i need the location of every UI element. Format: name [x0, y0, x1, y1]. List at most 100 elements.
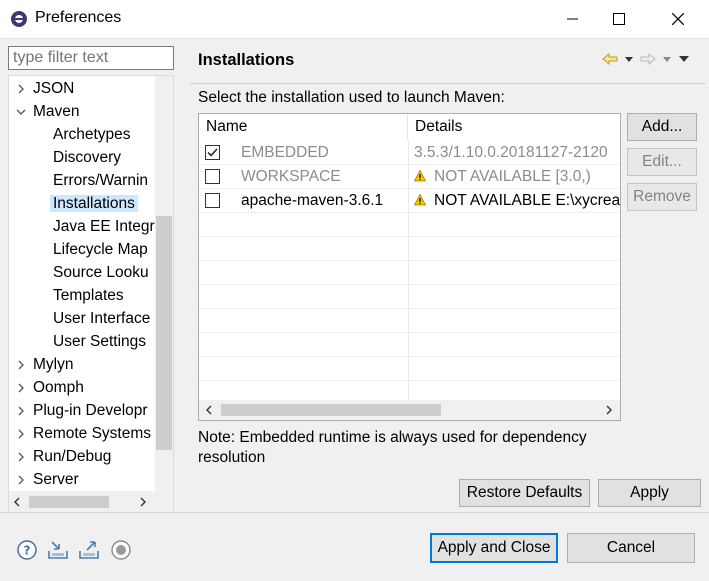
collapsed-chevron-icon[interactable]	[16, 452, 26, 462]
column-header-details[interactable]: Details	[408, 114, 620, 140]
tree-item-label: Java EE Integra	[53, 218, 164, 235]
table-gridline	[199, 308, 620, 309]
view-menu-button[interactable]	[674, 49, 694, 69]
apply-button[interactable]: Apply	[598, 479, 701, 507]
close-icon	[672, 13, 684, 25]
forward-dropdown-button[interactable]	[660, 49, 674, 69]
tree-item[interactable]: Installations	[50, 193, 138, 215]
footer-separator	[0, 512, 709, 513]
maximize-button[interactable]	[596, 0, 642, 38]
tree-item[interactable]: Oomph	[18, 377, 84, 399]
tree-vertical-scrollbar[interactable]	[155, 76, 173, 491]
installation-details-text: NOT AVAILABLE E:\xycrea	[434, 192, 620, 209]
table-horizontal-scroll-thumb[interactable]	[221, 404, 441, 416]
collapsed-chevron-icon[interactable]	[16, 429, 26, 439]
collapsed-chevron-icon[interactable]	[16, 84, 26, 94]
tree-item[interactable]: Mylyn	[18, 354, 73, 376]
collapsed-chevron-icon[interactable]	[16, 383, 26, 393]
tree-item[interactable]: Discovery	[53, 147, 121, 169]
help-icon[interactable]: ?	[16, 539, 38, 561]
page-title: Installations	[198, 51, 295, 69]
scroll-left-icon[interactable]	[205, 405, 213, 415]
installation-name: EMBEDDED	[241, 144, 329, 161]
minimize-button[interactable]	[550, 0, 596, 38]
installation-details: 3.5.3/1.10.0.20181127-2120	[414, 141, 620, 165]
preferences-tree: JSON Maven Archetypes Discovery Errors/Warni…	[8, 75, 174, 513]
tree-item[interactable]: Lifecycle Map	[53, 239, 148, 261]
back-button[interactable]	[598, 49, 622, 69]
table-gridline	[199, 164, 620, 165]
scroll-right-icon[interactable]	[139, 497, 147, 507]
tree-item[interactable]: Java EE Integra	[53, 216, 163, 238]
add-button[interactable]: Add...	[627, 113, 697, 141]
collapsed-chevron-icon[interactable]	[16, 475, 26, 485]
tree-item-label: Run/Debug	[33, 448, 112, 465]
chevron-down-icon	[625, 56, 633, 62]
window-title: Preferences	[35, 9, 122, 26]
import-icon[interactable]	[47, 539, 69, 561]
installations-table: Name Details EMBEDDED 3.5.3/1.10.0.201811…	[198, 113, 621, 421]
tree-item[interactable]: Run/Debug	[18, 446, 112, 468]
edit-button[interactable]: Edit...	[627, 148, 697, 176]
tree-item[interactable]: Archetypes	[53, 124, 131, 146]
tree-item-label: Lifecycle Map	[53, 241, 148, 258]
tree-item-label: Server	[33, 471, 79, 488]
tree-item[interactable]: Remote Systems	[18, 423, 151, 445]
record-icon[interactable]	[110, 539, 132, 561]
tree-item-label: JSON	[33, 80, 75, 97]
table-row[interactable]: EMBEDDED 3.5.3/1.10.0.20181127-2120	[199, 141, 620, 165]
collapsed-chevron-icon[interactable]	[16, 406, 26, 416]
installation-details-text: NOT AVAILABLE [3.0,)	[434, 168, 591, 185]
filter-input[interactable]	[8, 46, 174, 70]
table-row[interactable]: WORKSPACE NOT AVAILABLE [3.0,)	[199, 165, 620, 189]
table-row[interactable]: apache-maven-3.6.1 NOT AVAILABLE E:\xycre…	[199, 189, 620, 213]
back-dropdown-button[interactable]	[622, 49, 636, 69]
table-gridline	[199, 356, 620, 357]
scroll-left-icon[interactable]	[13, 497, 21, 507]
export-icon[interactable]	[78, 539, 100, 561]
eclipse-icon	[11, 11, 27, 27]
installation-checkbox[interactable]	[205, 169, 220, 184]
scroll-right-icon[interactable]	[605, 405, 613, 415]
tree-item[interactable]: Server	[18, 469, 79, 491]
tree-item-label: Oomph	[33, 379, 84, 396]
tree-item-label: Archetypes	[53, 126, 131, 143]
installation-checkbox[interactable]	[205, 193, 220, 208]
maximize-icon	[613, 13, 625, 25]
forward-button[interactable]	[636, 49, 660, 69]
tree-item[interactable]: Maven	[16, 101, 80, 123]
tree-item[interactable]: Templates	[53, 285, 124, 307]
back-arrow-icon	[602, 53, 618, 65]
warning-icon	[414, 194, 426, 206]
table-gridline	[199, 380, 620, 381]
installation-name: apache-maven-3.6.1	[241, 192, 384, 209]
tree-item-label: Installations	[50, 195, 138, 212]
column-header-name[interactable]: Name	[199, 114, 408, 140]
remove-button[interactable]: Remove	[627, 183, 697, 211]
tree-horizontal-scrollbar[interactable]	[9, 491, 173, 512]
tree-horizontal-scroll-thumb[interactable]	[29, 496, 109, 508]
dialog-body: JSON Maven Archetypes Discovery Errors/Warni…	[0, 38, 709, 581]
cancel-button[interactable]: Cancel	[567, 533, 695, 563]
tree-item-label: Maven	[33, 103, 80, 120]
expanded-chevron-icon[interactable]	[16, 107, 26, 117]
svg-text:?: ?	[24, 544, 31, 558]
tree-item[interactable]: User Interface	[53, 308, 150, 330]
installation-name: WORKSPACE	[241, 168, 341, 185]
tree-item[interactable]: Plug-in Developr	[18, 400, 148, 422]
collapsed-chevron-icon[interactable]	[16, 360, 26, 370]
close-button[interactable]	[655, 0, 701, 38]
apply-and-close-button[interactable]: Apply and Close	[430, 533, 558, 563]
installation-checkbox[interactable]	[205, 145, 220, 160]
table-gridline	[199, 260, 620, 261]
tree-item[interactable]: Errors/Warnin	[53, 170, 148, 192]
embedded-runtime-note: Note: Embedded runtime is always used fo…	[198, 429, 587, 466]
tree-item[interactable]: JSON	[18, 78, 75, 100]
tree-item[interactable]: Source Looku	[53, 262, 149, 284]
installation-details-text: 3.5.3/1.10.0.20181127-2120	[414, 144, 608, 161]
tree-vertical-scroll-thumb[interactable]	[156, 216, 172, 450]
table-horizontal-scrollbar[interactable]	[199, 400, 620, 420]
tree-item[interactable]: User Settings	[53, 331, 146, 353]
table-gridline	[199, 188, 620, 189]
restore-defaults-button[interactable]: Restore Defaults	[459, 479, 590, 507]
